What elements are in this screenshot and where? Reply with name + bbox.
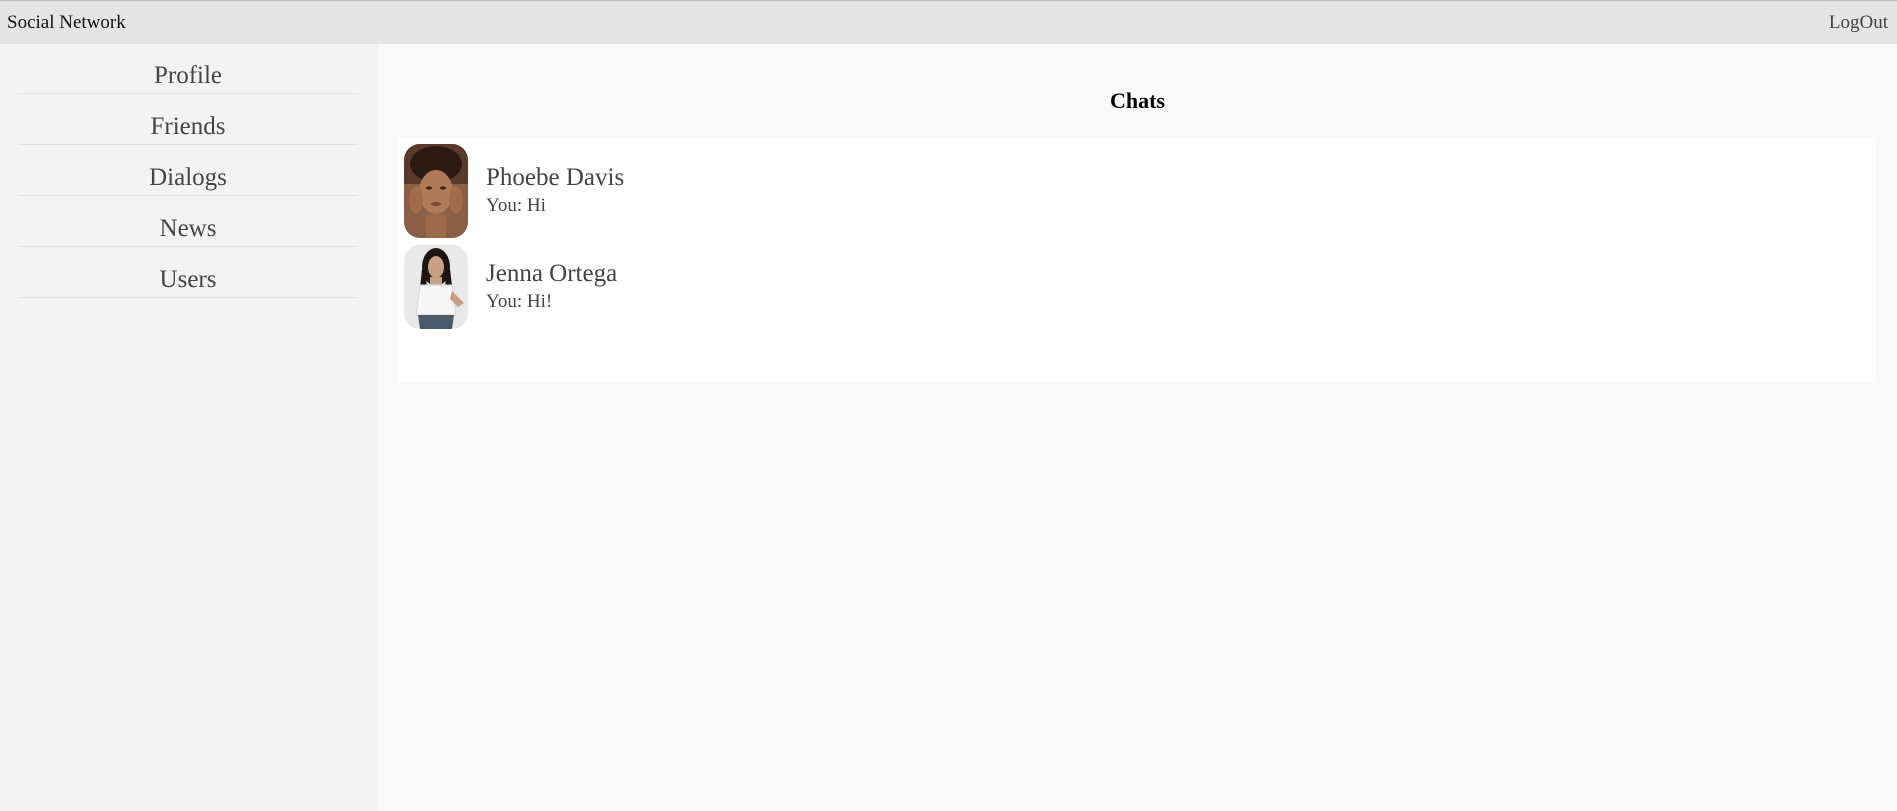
sidebar-item-users[interactable]: Users: [18, 248, 358, 298]
page-title: Chats: [1109, 88, 1165, 113]
sidebar-item-label: Dialogs: [149, 164, 227, 191]
brand-title: Social Network: [7, 12, 126, 33]
sidebar-item-profile[interactable]: Profile: [18, 44, 358, 94]
sidebar-item-friends[interactable]: Friends: [18, 95, 358, 145]
sidebar-item-dialogs[interactable]: Dialogs: [18, 146, 358, 196]
avatar-photo-icon: [404, 245, 468, 329]
sidebar: Profile Friends Dialogs News Users: [0, 44, 378, 811]
sidebar-item-label: Users: [159, 266, 217, 293]
chat-item-jenna-ortega[interactable]: Jenna Ortega You: Hi!: [398, 243, 1876, 348]
sidebar-item-label: Friends: [150, 113, 226, 140]
sidebar-item-label: News: [159, 215, 217, 242]
sidebar-item-label: Profile: [153, 62, 223, 89]
chat-item-phoebe-davis[interactable]: Phoebe Davis You: Hi: [398, 138, 1876, 243]
chat-last-message: You: Hi!: [486, 291, 553, 312]
logout-button[interactable]: LogOut: [1829, 12, 1888, 34]
chat-list: Phoebe Davis You: Hi Jenna Ortega You: H: [398, 138, 1876, 382]
avatar-photo-icon: [404, 144, 468, 238]
top-bar: Social Network LogOut: [0, 0, 1897, 44]
chat-last-message: You: Hi: [486, 195, 546, 216]
sidebar-item-news[interactable]: News: [18, 197, 358, 247]
chat-name: Jenna Ortega: [486, 260, 618, 287]
avatar[interactable]: [404, 144, 468, 238]
chat-name: Phoebe Davis: [486, 164, 625, 191]
main-content: Chats Phoebe Davis You: Hi Jenna Ortega …: [378, 44, 1897, 811]
avatar[interactable]: [404, 245, 468, 329]
